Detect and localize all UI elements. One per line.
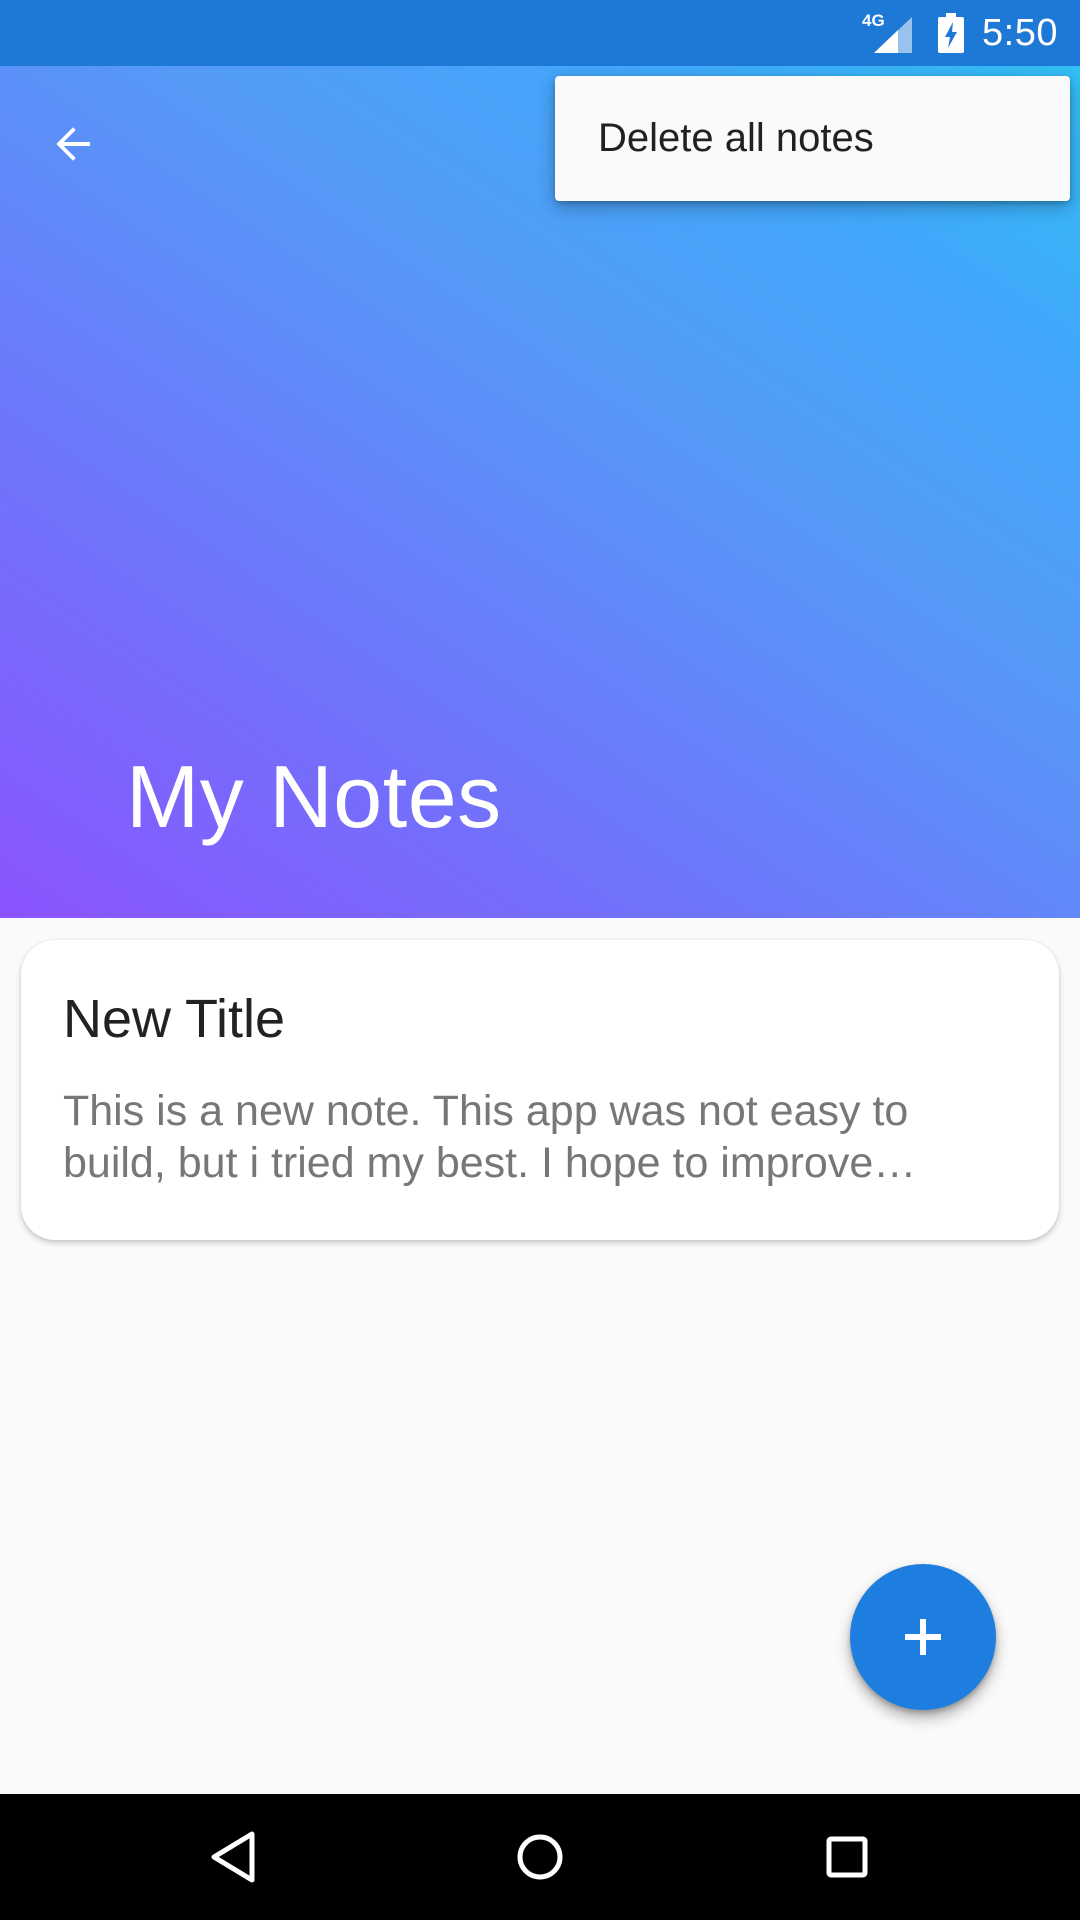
status-bar: 4G 5:50 [0, 0, 1080, 66]
recents-square-icon [826, 1836, 868, 1878]
note-card[interactable]: New Title This is a new note. This app w… [21, 940, 1059, 1240]
page-title: My Notes [126, 747, 502, 846]
signal-icon [874, 17, 913, 53]
network-indicator: 4G [860, 11, 913, 55]
battery-charging-icon [938, 13, 965, 53]
nav-recents-button[interactable] [787, 1797, 907, 1917]
nav-back-button[interactable] [173, 1797, 293, 1917]
system-nav-bar [0, 1794, 1080, 1920]
add-note-button[interactable] [850, 1564, 996, 1710]
home-circle-icon [517, 1834, 563, 1880]
note-preview: This is a new note. This app was not eas… [63, 1087, 917, 1188]
notes-screen: 4G 5:50 My Notes Delete all notes New Ti… [0, 0, 1080, 1920]
status-time: 5:50 [982, 11, 1058, 54]
add-icon [905, 1619, 941, 1655]
nav-home-button[interactable] [480, 1797, 600, 1917]
delete-all-notes-menu-item[interactable]: Delete all notes [555, 76, 1070, 201]
overflow-menu: Delete all notes [555, 76, 1070, 201]
arrow-back-icon [56, 127, 90, 161]
back-button[interactable] [36, 106, 112, 182]
note-title: New Title [63, 989, 286, 1049]
back-triangle-icon [211, 1831, 255, 1883]
